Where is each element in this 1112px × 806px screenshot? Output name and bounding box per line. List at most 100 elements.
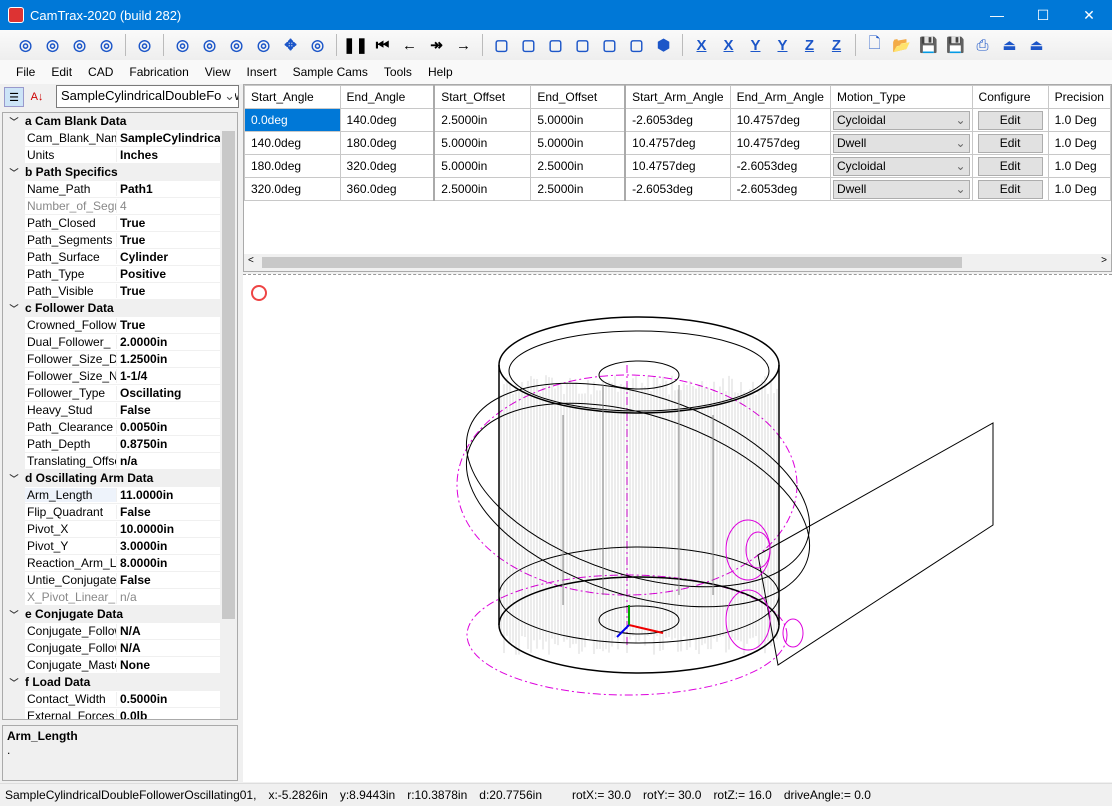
cell[interactable]: 5.0000in <box>434 132 531 155</box>
add-cylinder-icon[interactable]: ◎ <box>14 33 38 57</box>
category-row[interactable]: ﹀ e Conjugate Data <box>3 606 237 623</box>
property-value[interactable]: N/A <box>117 624 221 638</box>
cell[interactable]: -2.6053deg <box>625 109 730 132</box>
menu-view[interactable]: View <box>197 65 239 79</box>
column-header-end_angle[interactable]: End_Angle <box>340 86 434 109</box>
menu-edit[interactable]: Edit <box>43 65 80 79</box>
property-value[interactable]: False <box>117 505 221 519</box>
motion-type-select[interactable]: Dwell ⌄ <box>833 180 970 199</box>
column-header-start_angle[interactable]: Start_Angle <box>245 86 341 109</box>
edit-button[interactable]: Edit <box>978 134 1043 153</box>
zoom-window-icon[interactable]: ◎ <box>198 33 222 57</box>
motion-type-select[interactable]: Dwell ⌄ <box>833 134 970 153</box>
cell[interactable]: 10.4757deg <box>730 132 830 155</box>
property-value[interactable]: True <box>117 233 221 247</box>
cell[interactable]: 2.5000in <box>434 109 531 132</box>
property-row[interactable]: Dual_Follower_ 2.0000in <box>3 334 237 351</box>
category-row[interactable]: ﹀ f Load Data <box>3 674 237 691</box>
property-value[interactable]: 0.5000in <box>117 692 221 706</box>
cell[interactable]: 320.0deg <box>245 178 341 201</box>
property-value[interactable]: 11.0000in <box>117 488 221 502</box>
property-value[interactable]: Path1 <box>117 182 221 196</box>
cell[interactable]: 1.0 Deg <box>1048 178 1110 201</box>
export-icon[interactable]: ⏏ <box>998 33 1022 57</box>
maximize-button[interactable]: ☐ <box>1020 0 1066 30</box>
edit-button[interactable]: Edit <box>978 111 1043 130</box>
property-row[interactable]: Conjugate_Master None <box>3 657 237 674</box>
cell[interactable]: Dwell ⌄ <box>830 178 972 201</box>
view-axis-y-button[interactable]: Y <box>744 33 768 57</box>
open-icon[interactable]: 📂 <box>890 33 914 57</box>
view-iso3-icon[interactable]: ▢ <box>544 33 568 57</box>
property-row[interactable]: Arm_Length 11.0000in <box>3 487 237 504</box>
cell[interactable]: Cycloidal ⌄ <box>830 109 972 132</box>
property-value[interactable]: True <box>117 216 221 230</box>
add-profile-icon[interactable]: ◎ <box>95 33 119 57</box>
print-icon[interactable]: ⎙ <box>971 33 995 57</box>
column-header-start_offset[interactable]: Start_Offset <box>434 86 531 109</box>
horizontal-scrollbar[interactable]: < > <box>244 254 1111 271</box>
property-row[interactable]: Contact_Width 0.5000in <box>3 691 237 708</box>
cell[interactable]: 320.0deg <box>340 155 434 178</box>
edit-button[interactable]: Edit <box>978 157 1043 176</box>
property-value[interactable]: False <box>117 403 221 417</box>
property-row[interactable]: Conjugate_FollowerN/A <box>3 623 237 640</box>
cell[interactable]: Cycloidal ⌄ <box>830 155 972 178</box>
cell[interactable]: Edit <box>972 178 1048 201</box>
property-row[interactable]: Follower_Size_N 1-1/4 <box>3 368 237 385</box>
cell[interactable]: 140.0deg <box>245 132 341 155</box>
property-row[interactable]: Path_Visible True <box>3 283 237 300</box>
category-row[interactable]: ﹀ a Cam Blank Data <box>3 113 237 130</box>
property-value[interactable]: 2.0000in <box>117 335 221 349</box>
cell[interactable]: 5.0000in <box>531 132 625 155</box>
property-value[interactable]: 0.8750in <box>117 437 221 451</box>
cell[interactable]: Edit <box>972 155 1048 178</box>
property-value[interactable]: Inches <box>117 148 221 162</box>
property-value[interactable]: None <box>117 658 221 672</box>
property-row[interactable]: Path_Depth 0.8750in <box>3 436 237 453</box>
zoom-icon[interactable]: ◎ <box>225 33 249 57</box>
view-axis-z-button[interactable]: Z <box>825 33 849 57</box>
3d-viewport[interactable] <box>243 274 1112 782</box>
cell[interactable]: 0.0deg <box>245 109 341 132</box>
property-row[interactable]: External_Forces 0.0lb <box>3 708 237 720</box>
property-value[interactable]: n/a <box>117 590 221 604</box>
property-row[interactable]: Conjugate_FollowerN/A <box>3 640 237 657</box>
cell[interactable]: 5.0000in <box>434 155 531 178</box>
categorized-icon[interactable]: ☰ <box>4 87 24 107</box>
property-row[interactable]: Path_Surface Cylinder <box>3 249 237 266</box>
import-icon[interactable]: ◎ <box>133 33 157 57</box>
menu-sample-cams[interactable]: Sample Cams <box>285 65 376 79</box>
property-row[interactable]: Path_Type Positive <box>3 266 237 283</box>
property-row[interactable]: Path_Segments True <box>3 232 237 249</box>
category-row[interactable]: ﹀ d Oscillating Arm Data <box>3 470 237 487</box>
cell[interactable]: -2.6053deg <box>730 155 830 178</box>
menu-fabrication[interactable]: Fabrication <box>121 65 196 79</box>
property-row[interactable]: Crowned_FollowerTrue <box>3 317 237 334</box>
property-value[interactable]: SampleCylindricalDoubleFollowerOscillati… <box>117 131 221 145</box>
export-e-icon[interactable]: ⏏ <box>1025 33 1049 57</box>
property-value[interactable]: Cylinder <box>117 250 221 264</box>
property-row[interactable]: Units Inches <box>3 147 237 164</box>
property-value[interactable]: 4 <box>117 199 221 213</box>
column-header-precision[interactable]: Precision <box>1048 86 1110 109</box>
view-iso4-icon[interactable]: ▢ <box>571 33 595 57</box>
column-header-end_arm_angle[interactable]: End_Arm_Angle <box>730 86 830 109</box>
chevron-down-icon[interactable]: ﹀ <box>3 472 25 485</box>
cell[interactable]: 10.4757deg <box>625 132 730 155</box>
property-row[interactable]: Translating_Offset n/a <box>3 453 237 470</box>
property-value[interactable]: True <box>117 318 221 332</box>
category-row[interactable]: ﹀ b Path Specifics <box>3 164 237 181</box>
property-row[interactable]: Pivot_Y 3.0000in <box>3 538 237 555</box>
menu-tools[interactable]: Tools <box>376 65 420 79</box>
pause-icon[interactable]: ❚❚ <box>344 33 368 57</box>
property-value[interactable]: False <box>117 573 221 587</box>
property-value[interactable]: Positive <box>117 267 221 281</box>
property-value[interactable]: 8.0000in <box>117 556 221 570</box>
new-icon[interactable]: 🗋 <box>863 33 887 57</box>
cell[interactable]: 5.0000in <box>531 109 625 132</box>
cell[interactable]: 1.0 Deg <box>1048 155 1110 178</box>
property-row[interactable]: Name_Path Path1 <box>3 181 237 198</box>
cell[interactable]: -2.6053deg <box>730 178 830 201</box>
rotate-icon[interactable] <box>252 286 266 300</box>
